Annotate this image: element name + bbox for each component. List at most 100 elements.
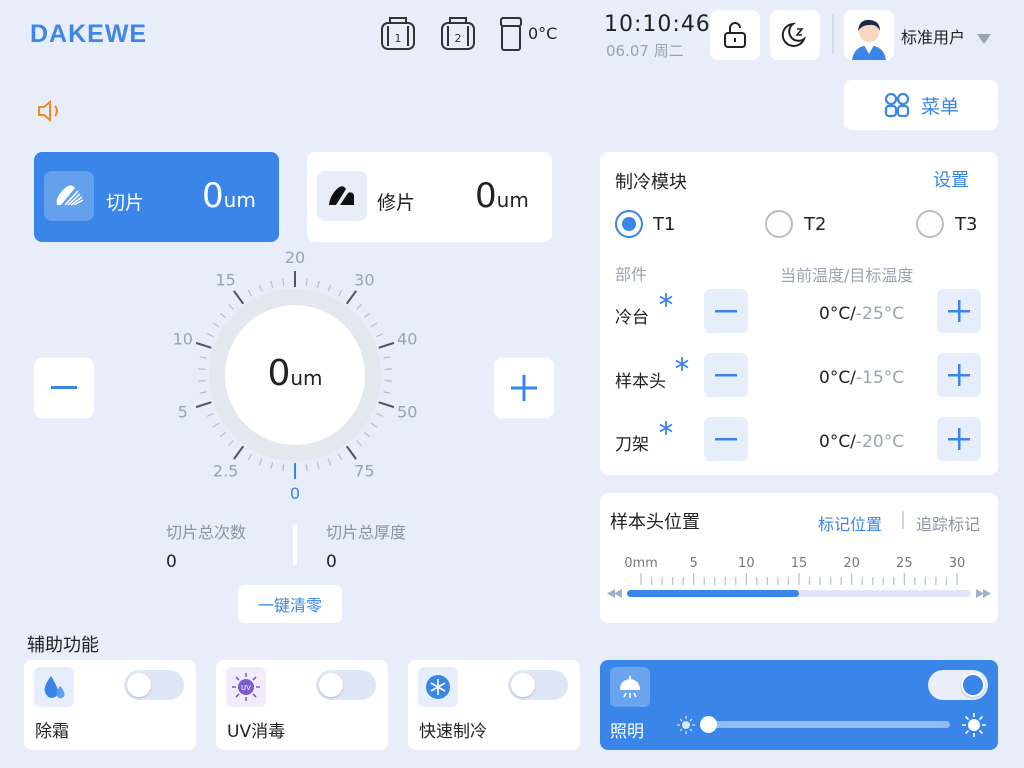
tab-cut[interactable]: 切片 0um [34,152,279,242]
plus-icon [511,375,537,401]
rapid-cool-toggle[interactable] [508,670,568,700]
user-avatar-icon [844,10,894,60]
water-drop-icon [34,667,74,707]
rapid-cool-label: 快速制冷 [419,722,487,742]
decrease-temp-button[interactable] [704,289,748,333]
temp-reading: 0°C/-15°C [819,368,905,388]
dial-major-tick [378,401,395,409]
radio-t3-label: T3 [955,214,978,235]
scale-label: 10 [738,556,755,571]
brightness-slider[interactable] [700,716,950,733]
cooling-settings-link[interactable]: 设置 [933,166,969,192]
trim-icon [317,171,367,221]
dial-major-tick [233,445,245,460]
total-thickness-label: 切片总厚度 [326,523,407,542]
increase-thickness-button[interactable] [494,358,554,418]
decrease-temp-button[interactable] [704,417,748,461]
minus-icon [715,309,737,312]
decrease-thickness-button[interactable] [34,358,94,418]
dial-tick-label: 20 [285,248,305,267]
position-progress-fill [627,590,799,597]
bin-temperature: 0°C [528,24,558,43]
increase-temp-button[interactable] [937,417,981,461]
radio-t2[interactable] [765,210,793,238]
scale-label: 30 [949,556,966,571]
lighting-toggle[interactable] [928,670,988,700]
total-count-label: 切片总次数 [166,523,247,542]
plus-icon [948,300,970,322]
dial-major-tick [345,290,357,305]
minus-icon [715,373,737,376]
scale-label: 15 [791,556,808,571]
uv-label: UV消毒 [227,722,286,742]
radio-t3[interactable] [916,210,944,238]
dial-major-tick [195,401,212,409]
moon-icon [781,22,807,47]
position-scale[interactable]: 0mm 5 10 15 20 25 30 [600,549,998,609]
snowflake-icon [659,293,673,307]
lamp-icon [610,667,650,707]
dial-tick-label: 5 [178,402,188,421]
mark-position-link[interactable]: 标记位置 [818,511,882,535]
dial-tick-label: 2.5 [213,461,238,480]
position-title: 样本头位置 [610,512,700,533]
header-divider [832,14,834,54]
temp-reading: 0°C/-25°C [819,304,905,324]
rewind-icon[interactable] [607,589,622,598]
brightness-slider-handle[interactable] [700,716,717,733]
clock-date: 06.07 周二 [606,42,684,60]
reset-counters-button[interactable]: 一键清零 [238,585,342,623]
specimen-position-panel: 样本头位置 标记位置 追踪标记 0mm 5 10 15 20 25 30 [600,493,998,623]
snowflake-icon [659,421,673,435]
cut-label: 切片 [106,192,145,214]
radio-t1-label: T1 [653,214,676,235]
menu-label: 菜单 [920,95,959,118]
plus-icon [948,428,970,450]
uv-card: UV UV消毒 [216,660,388,750]
clock-time: 10:10:46 [604,12,711,37]
part-name: 样本头 [615,372,666,392]
cut-value: 0um [202,176,256,216]
dial-tick-label: 30 [354,271,374,290]
increase-temp-button[interactable] [937,353,981,397]
minus-icon [51,386,77,389]
lock-button[interactable] [710,10,760,60]
uv-toggle[interactable] [316,670,376,700]
grid-menu-icon [884,92,910,118]
defrost-toggle[interactable] [124,670,184,700]
user-name[interactable]: 标准用户 [901,24,965,48]
dial-tick-label: 15 [215,271,235,290]
increase-temp-button[interactable] [937,289,981,333]
track-mark-link[interactable]: 追踪标记 [916,511,980,535]
snowflake-icon [418,667,458,707]
snowflake-icon [675,357,689,371]
menu-button[interactable]: 菜单 [844,80,998,130]
scale-label: 20 [843,556,860,571]
dial-tick-label: 50 [397,402,417,421]
waste-bin-icon [498,14,524,58]
aux-title: 辅助功能 [27,635,99,656]
temp-reading: 0°C/-20°C [819,432,905,452]
sleep-button[interactable] [770,10,820,60]
speaker-icon[interactable] [36,98,64,128]
defrost-card: 除霜 [24,660,196,750]
user-dropdown-icon[interactable] [976,30,992,49]
tab-trim[interactable]: 修片 0um [307,152,552,242]
avatar[interactable] [844,10,894,60]
decrease-temp-button[interactable] [704,353,748,397]
radio-t2-label: T2 [804,214,827,235]
col-temp-header: 当前温度/目标温度 [780,266,914,285]
dial-tick-label: 0 [290,484,300,503]
cut-icon [44,171,94,221]
part-name: 冷台 [615,308,649,328]
brightness-high-icon [962,713,986,737]
scale-label: 5 [690,556,698,571]
dial-tick-label: 75 [354,461,374,480]
dial-major-tick [195,341,212,349]
plus-icon [948,364,970,386]
fast-forward-icon[interactable] [976,589,991,598]
cooling-title: 制冷模块 [615,172,687,193]
radio-t1[interactable] [615,210,643,238]
brightness-low-icon [677,716,695,734]
dial-major-tick [233,290,245,305]
